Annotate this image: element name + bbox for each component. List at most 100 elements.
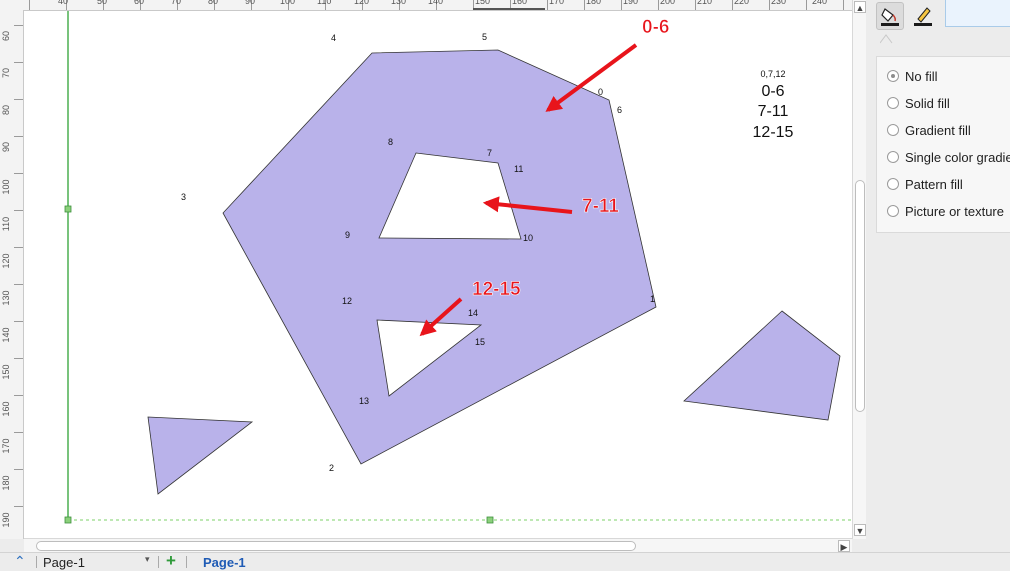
drawing-canvas[interactable]: 0 1 2 3 4 5 6 7 8 9 10 11 12 13 14 15 0,… [24, 11, 852, 538]
fill-option-no-fill[interactable]: No fill [887, 67, 938, 85]
polygon-with-holes[interactable] [222, 49, 657, 465]
ruler-label: 110 [317, 0, 332, 6]
vertex-label: 7 [487, 148, 492, 158]
ruler-ticks [29, 0, 844, 10]
radio-button[interactable] [887, 97, 899, 109]
add-page-icon[interactable]: + [166, 551, 176, 571]
ruler-label: 130 [1, 290, 11, 306]
fill-tab[interactable] [876, 2, 904, 30]
ruler-label: 80 [208, 0, 219, 6]
ruler-label: 120 [354, 0, 370, 6]
horizontal-scrollbar[interactable]: ▶ [24, 538, 852, 553]
fill-option-solid[interactable]: Solid fill [887, 94, 950, 112]
tab-page-1[interactable]: Page-1 [203, 555, 246, 570]
vertex-label: 5 [482, 32, 487, 42]
horizontal-scroll-thumb[interactable] [36, 541, 636, 551]
vertical-scrollbar[interactable]: ▲ ▼ [852, 0, 867, 539]
ruler-ticks [14, 25, 23, 507]
ruler-label: 170 [1, 438, 11, 454]
format-toolbar [874, 0, 944, 30]
fill-option-pattern[interactable]: Pattern fill [887, 175, 963, 193]
drawing-svg[interactable]: 0 1 2 3 4 5 6 7 8 9 10 11 12 13 14 15 0,… [24, 11, 852, 538]
line-tab[interactable] [910, 2, 936, 28]
fill-bucket-icon [881, 8, 899, 26]
scroll-down-icon[interactable]: ▼ [854, 524, 866, 536]
annotation-label[interactable]: 7-11 [582, 196, 620, 218]
ruler-label: 180 [586, 0, 602, 6]
ruler-label: 100 [1, 179, 11, 195]
radio-button[interactable] [887, 205, 899, 217]
fill-options-panel: No fill Solid fill Gradient fill Single … [876, 56, 1010, 233]
fill-option-label: Picture or texture [905, 203, 1004, 219]
preview-swatch [945, 0, 1010, 27]
scroll-right-icon[interactable]: ▶ [838, 540, 850, 552]
scroll-up-icon[interactable]: ▲ [854, 1, 866, 13]
legend-small-label: 0,7,12 [760, 69, 785, 79]
ruler-label: 150 [1, 364, 11, 380]
vertex-label: 0 [598, 87, 603, 97]
vertex-label: 9 [345, 230, 350, 240]
quadrilateral-shape[interactable] [683, 310, 841, 421]
vertex-label: 10 [523, 233, 533, 243]
chevron-up-icon[interactable]: ⌃ [14, 553, 26, 570]
ruler-label: 70 [171, 0, 182, 6]
ruler-label: 50 [97, 0, 108, 6]
dropdown-arrow-icon[interactable]: ▾ [145, 554, 150, 565]
ruler-label: 190 [623, 0, 639, 6]
ruler-label: 60 [134, 0, 145, 6]
small-triangle[interactable] [147, 416, 254, 495]
fill-option-gradient[interactable]: Gradient fill [887, 121, 971, 139]
annotation-label[interactable]: 12-15 [472, 279, 522, 301]
page-selector[interactable]: Page-1 [43, 555, 85, 570]
vertex-label: 3 [181, 192, 186, 202]
ruler-label: 140 [1, 327, 11, 343]
ruler-label: 70 [1, 68, 11, 79]
page-tab-bar: ⌃ Page-1 ▾ + Page-1 [0, 551, 1010, 571]
fill-option-picture[interactable]: Picture or texture [887, 202, 1004, 220]
ruler-label: 240 [812, 0, 828, 6]
ruler-label: 210 [697, 0, 713, 6]
ruler-label: 190 [1, 512, 11, 528]
ruler-label: 130 [391, 0, 407, 6]
vertex-label: 11 [514, 164, 523, 174]
ruler-label: 90 [1, 142, 11, 153]
radio-button[interactable] [887, 124, 899, 136]
format-sidebar: No fill Solid fill Gradient fill Single … [866, 0, 1010, 569]
vertex-label: 13 [359, 396, 369, 406]
ruler-label: 40 [58, 0, 69, 6]
ruler-label: 160 [1, 401, 11, 417]
annotation-label[interactable]: 0-6 [642, 17, 670, 39]
fill-option-single-color-gradient[interactable]: Single color gradient [887, 148, 1010, 166]
vertex-label: 4 [331, 33, 336, 43]
legend-line: 7-11 [758, 103, 789, 120]
line-pen-icon [914, 7, 932, 26]
vertex-label: 14 [468, 308, 478, 318]
radio-selected[interactable] [887, 70, 899, 82]
fill-option-label: Pattern fill [905, 176, 963, 192]
selection-handle[interactable] [64, 205, 72, 213]
vertex-label: 8 [388, 137, 393, 147]
vertex-label: 2 [329, 463, 334, 473]
vertex-label: 12 [342, 296, 352, 306]
fill-option-label: Single color gradient [905, 149, 1010, 165]
ruler-label: 230 [771, 0, 787, 6]
ruler-label: 80 [1, 105, 11, 116]
fill-option-label: Solid fill [905, 95, 950, 111]
vertex-label: 6 [617, 105, 622, 115]
divider [158, 556, 159, 568]
fill-option-label: No fill [905, 68, 938, 84]
vertical-scroll-thumb[interactable] [855, 180, 865, 412]
ruler-label: 220 [734, 0, 750, 6]
divider [36, 556, 37, 568]
radio-button[interactable] [887, 178, 899, 190]
legend-line: 0-6 [761, 83, 784, 100]
selection-handle[interactable] [486, 516, 494, 524]
vertex-label: 15 [475, 337, 485, 347]
radio-button[interactable] [887, 151, 899, 163]
legend-line: 12-15 [753, 124, 794, 141]
ruler-label: 140 [428, 0, 444, 6]
ruler-label: 160 [512, 0, 528, 6]
ruler-label: 60 [1, 31, 11, 42]
panel-pointer [880, 34, 893, 44]
selection-handle[interactable] [64, 516, 72, 524]
